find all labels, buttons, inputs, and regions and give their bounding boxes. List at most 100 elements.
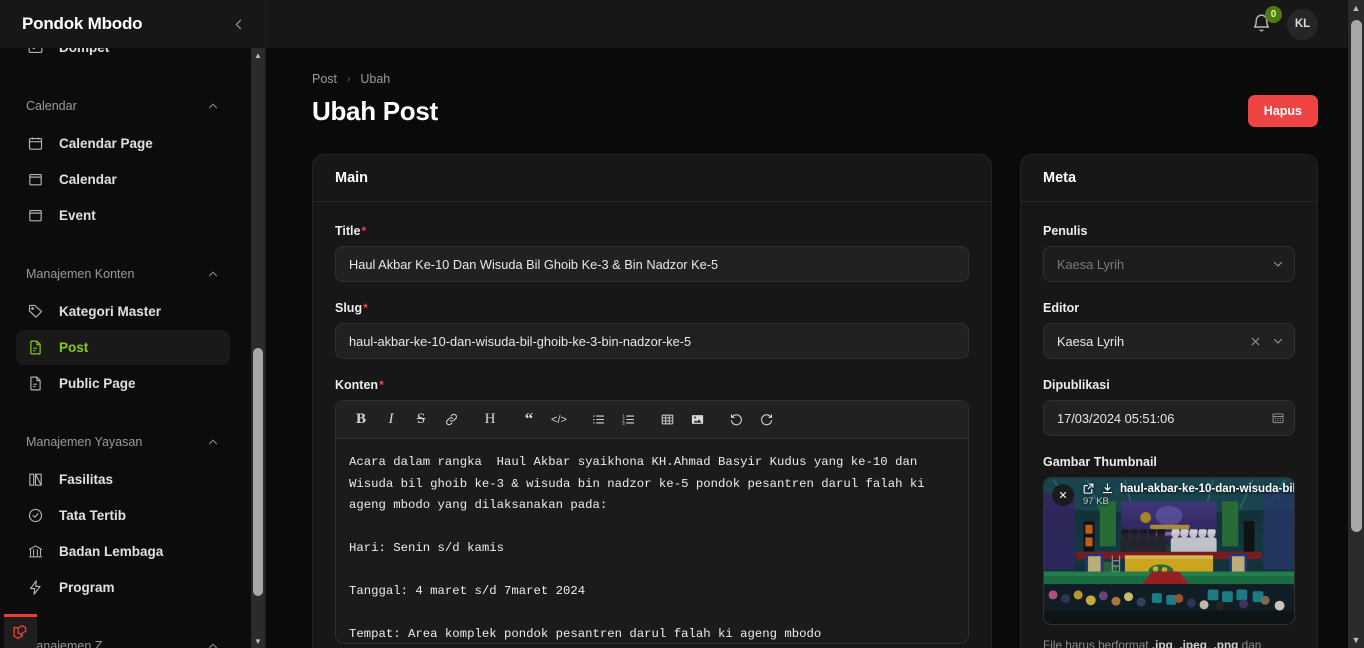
undo-icon[interactable] [723,407,749,432]
sidebar-group-manajemen-konten[interactable]: Manajemen Konten [16,259,230,289]
scroll-down-arrow-icon[interactable]: ▼ [251,634,265,648]
wallet-icon [26,48,45,57]
slug-input[interactable]: haul-akbar-ke-10-dan-wisuda-bil-ghoib-ke… [335,323,969,359]
dipublikasi-field: Dipublikasi 17/03/2024 05:51:06 [1043,376,1295,436]
slug-field: Slug* haul-akbar-ke-10-dan-wisuda-bil-gh… [335,299,969,359]
dipublikasi-input-icons [1271,400,1285,436]
calendar-icon[interactable] [1271,411,1285,425]
redo-icon[interactable] [753,407,779,432]
main-column: 0 KL Post › Ubah Ubah Post Hapus Main Ti… [266,0,1364,648]
bold-icon[interactable]: B [348,407,374,432]
bank-icon [26,542,45,561]
penulis-label: Penulis [1043,224,1088,238]
sidebar-item-label: Public Page [59,376,136,391]
blockquote-icon[interactable]: “ [516,407,542,432]
chevron-down-icon[interactable] [1271,257,1285,271]
topbar: 0 KL [266,0,1364,48]
page-title: Ubah Post [312,95,438,126]
scroll-up-arrow-icon[interactable]: ▲ [251,48,265,62]
link-icon[interactable] [438,407,464,432]
chevron-up-icon [206,639,220,648]
main-card-body: Title* Haul Akbar Ke-10 Dan Wisuda Bil G… [313,202,991,648]
sidebar-item-badan-lembaga[interactable]: Badan Lembaga [16,534,230,569]
thumbnail-file-size: 97 KB [1083,496,1109,507]
chevron-down-icon[interactable] [1271,334,1285,348]
sidebar-item-public-page[interactable]: Public Page [16,366,230,401]
delete-button[interactable]: Hapus [1247,95,1318,127]
page-header: Ubah Post Hapus [312,95,1318,127]
form-columns: Main Title* Haul Akbar Ke-10 Dan Wisuda … [312,154,1318,648]
code-block-icon[interactable]: </> [546,407,572,432]
laravel-debugbar-icon[interactable] [4,614,37,648]
sidebar-item-tata-tertib[interactable]: Tata Tertib [16,498,230,533]
meta-card: Meta Penulis Kaesa Lyrih Editor Kaesa Ly… [1020,154,1318,648]
penulis-select[interactable]: Kaesa Lyrih [1043,246,1295,282]
dipublikasi-input[interactable]: 17/03/2024 05:51:06 [1043,400,1295,436]
sidebar-item-label: Event [59,208,96,223]
check-circle-icon [26,506,45,525]
chevron-up-icon [206,435,220,449]
penulis-select-icons [1271,246,1285,282]
sidebar-item-kategori-master[interactable]: Kategori Master [16,294,230,329]
thumbnail-hint: File harus berformat .jpg, .jpeg, .png d… [1043,638,1262,648]
sidebar-group-manajemen-z[interactable]: Manajemen Z [16,631,230,648]
chevron-up-icon [206,267,220,281]
penulis-select-wrap: Kaesa Lyrih [1043,246,1295,282]
italic-icon[interactable]: I [378,407,404,432]
required-marker: * [361,224,367,238]
konten-label: Konten* [335,378,384,392]
thumbnail-preview[interactable]: haul-akbar-ke-10-dan-wisuda-bil... 97 KB [1043,477,1295,625]
sidebar-scroll-area: Dompet Calendar Calendar Page [0,48,266,648]
page-scrollbar-thumb[interactable] [1351,20,1362,532]
title-input[interactable]: Haul Akbar Ke-10 Dan Wisuda Bil Ghoib Ke… [335,246,969,282]
download-icon[interactable] [1101,482,1114,495]
close-icon[interactable] [1052,484,1074,506]
app-root: Pondok Mbodo Dompet Calendar [0,0,1364,648]
ordered-list-icon[interactable]: 123 [615,407,641,432]
chevron-up-icon [206,99,220,113]
sidebar-group-label: Calendar [26,99,77,113]
table-icon[interactable] [654,407,680,432]
sidebar-group-calendar[interactable]: Calendar [16,91,230,121]
breadcrumb-parent[interactable]: Post [312,72,337,86]
chevron-left-icon[interactable] [225,11,251,37]
sidebar-item-fasilitas[interactable]: Fasilitas [16,462,230,497]
sidebar-item-dompet[interactable]: Dompet [16,48,230,65]
page-scrollbar[interactable]: ▲ ▼ [1348,0,1364,648]
archive-icon [26,170,45,189]
document-icon [26,374,45,393]
scroll-up-arrow-icon[interactable]: ▲ [1348,0,1364,16]
sidebar-item-calendar-page[interactable]: Calendar Page [16,126,230,161]
sidebar-item-event[interactable]: Event [16,198,230,233]
avatar[interactable]: KL [1287,8,1318,40]
penulis-field: Penulis Kaesa Lyrih [1043,222,1295,282]
required-marker: * [379,378,384,392]
bullet-list-icon[interactable] [585,407,611,432]
heading-icon[interactable]: H [477,407,503,432]
konten-field: Konten* B I S H “ </> 1 2 3 Acara dalam … [335,376,969,644]
image-icon[interactable] [684,407,710,432]
sidebar-item-program[interactable]: Program [16,570,230,605]
sidebar-item-label: Program [59,580,115,595]
sidebar-item-post[interactable]: Post [16,330,230,365]
scroll-down-arrow-icon[interactable]: ▼ [1348,632,1364,648]
strikethrough-icon[interactable]: S [408,407,434,432]
sidebar-scrollbar-thumb[interactable] [253,348,263,596]
notifications-button[interactable]: 0 [1251,6,1282,35]
external-link-icon[interactable] [1082,482,1095,495]
sidebar-item-label: Post [59,340,89,355]
thumbnail-file-name: haul-akbar-ke-10-dan-wisuda-bil... [1120,482,1295,495]
notification-count-badge: 0 [1265,6,1282,23]
sidebar-group-label: Manajemen Konten [26,267,135,281]
close-icon[interactable] [1249,335,1262,348]
sidebar-header: Pondok Mbodo [0,0,265,48]
sidebar-item-label: Kategori Master [59,304,162,319]
breadcrumb-current: Ubah [360,72,391,86]
sidebar-item-calendar[interactable]: Calendar [16,162,230,197]
sidebar-scrollbar[interactable]: ▲ ▼ [251,48,265,648]
editor-content[interactable]: Acara dalam rangka Haul Akbar syaikhona … [336,439,968,643]
sidebar-item-label: Calendar [59,172,117,187]
sidebar: Pondok Mbodo Dompet Calendar [0,0,266,648]
sidebar-group-manajemen-yayasan[interactable]: Manajemen Yayasan [16,427,230,457]
gambar-thumbnail-field: Gambar Thumbnail haul-akbar-ke-10-dan-wi… [1043,453,1295,648]
